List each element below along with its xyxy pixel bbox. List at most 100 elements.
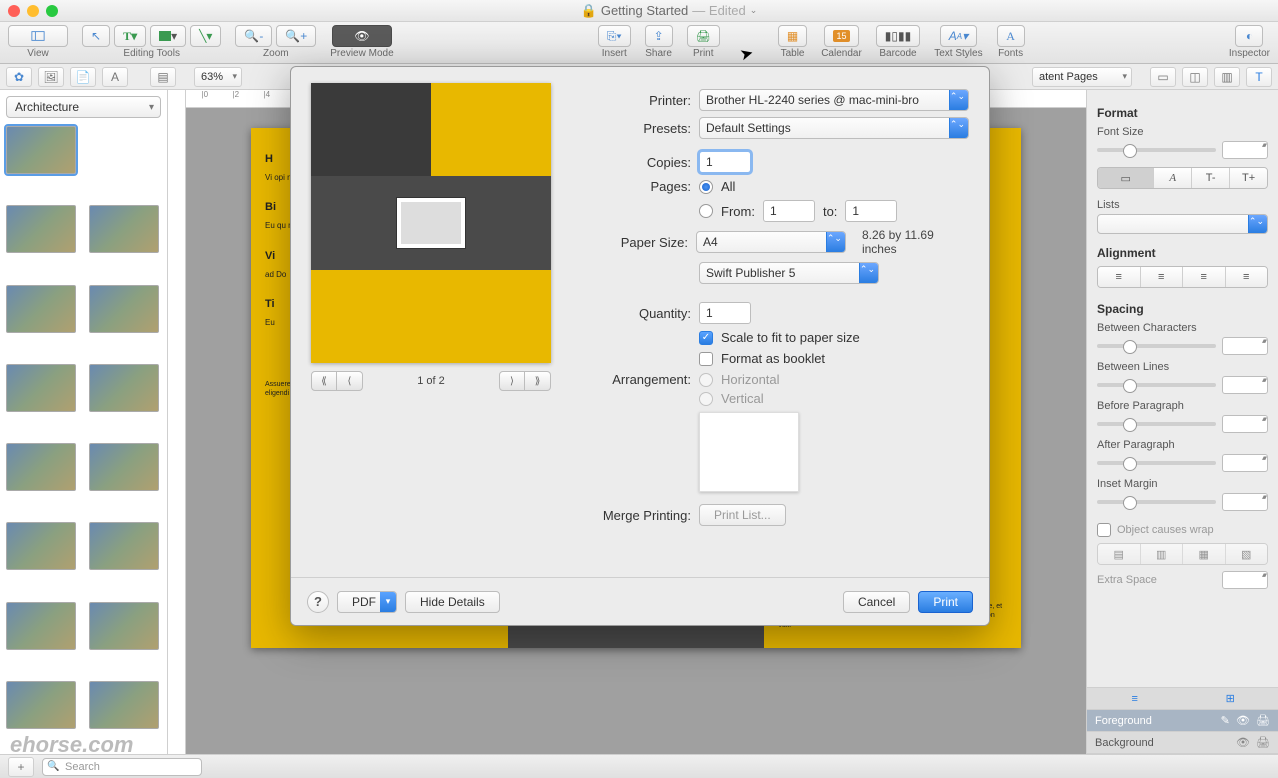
align-left-button[interactable]: ≡	[1098, 267, 1141, 287]
print-confirm-button[interactable]: Print	[918, 591, 973, 613]
share-button[interactable]: ⇪	[645, 25, 673, 47]
before-para-input[interactable]	[1222, 415, 1268, 433]
pages-range-radio[interactable]	[699, 204, 713, 218]
calendar-button[interactable]: 15	[824, 25, 858, 47]
thumbnail-item[interactable]	[6, 522, 76, 570]
category-select[interactable]: Architecture	[6, 96, 161, 118]
prev-page-button[interactable]: ⟨	[337, 371, 363, 391]
background-layer[interactable]: Background👁 🖨	[1087, 732, 1278, 754]
object-wrap-checkbox[interactable]	[1097, 523, 1111, 537]
before-para-slider[interactable]	[1097, 422, 1216, 426]
barcode-button[interactable]: ▮▯▮▮	[876, 25, 920, 47]
insp-appearance-icon[interactable]: ◫	[1182, 67, 1208, 87]
shape-tool-button[interactable]: ▾	[150, 25, 186, 47]
content-pages-select[interactable]: atent Pages	[1032, 67, 1132, 87]
insert-button[interactable]: ⎘▾	[598, 25, 631, 47]
text-tool-button[interactable]: T▾	[114, 25, 146, 47]
align-justify-button[interactable]: ≡	[1226, 267, 1268, 287]
thumbnail-item[interactable]	[89, 443, 159, 491]
pages-view-icon[interactable]: ▤	[150, 67, 176, 87]
maps-tab-icon[interactable]: A	[102, 67, 128, 87]
between-lines-slider[interactable]	[1097, 383, 1216, 387]
increase-size-button[interactable]: T+	[1230, 168, 1267, 188]
thumbnail-item[interactable]	[89, 285, 159, 333]
thumbnail-item[interactable]	[6, 602, 76, 650]
after-para-input[interactable]	[1222, 454, 1268, 472]
preview-mode-button[interactable]: 👁	[332, 25, 392, 47]
thumbnail-item[interactable]	[6, 126, 76, 174]
thumbnail-item[interactable]	[89, 205, 159, 253]
thumbnail-item[interactable]	[89, 364, 159, 412]
pages-from-input[interactable]: 1	[763, 200, 815, 222]
thumbnail-item[interactable]	[6, 681, 76, 729]
between-lines-input[interactable]	[1222, 376, 1268, 394]
inset-margin-input[interactable]	[1222, 493, 1268, 511]
font-size-input[interactable]	[1222, 141, 1268, 159]
print-list-button[interactable]: Print List...	[699, 504, 786, 526]
grid-tab-icon[interactable]: ⊞	[1183, 688, 1278, 709]
extra-space-input[interactable]	[1222, 571, 1268, 589]
decrease-size-button[interactable]: T-	[1192, 168, 1230, 188]
thumbnail-item[interactable]	[89, 602, 159, 650]
copies-input[interactable]: 1	[699, 151, 751, 173]
app-options-select[interactable]: Swift Publisher 5	[699, 262, 879, 284]
inspector-button[interactable]: ◐	[1235, 25, 1263, 47]
last-page-button[interactable]: ⟫	[525, 371, 551, 391]
scale-fit-checkbox[interactable]: ✓	[699, 331, 713, 345]
after-para-slider[interactable]	[1097, 461, 1216, 465]
insp-text-icon[interactable]: T	[1246, 67, 1272, 87]
add-layer-button[interactable]: +	[8, 757, 34, 777]
text-styles-button[interactable]: AA▾	[940, 25, 977, 47]
first-page-button[interactable]: ⟪	[311, 371, 337, 391]
zoom-in-button[interactable]: 🔍+	[276, 25, 316, 47]
cancel-button[interactable]: Cancel	[843, 591, 910, 613]
select-tool-button[interactable]: ↖	[82, 25, 110, 47]
clipart-tab-icon[interactable]: ✿	[6, 67, 32, 87]
booklet-checkbox[interactable]	[699, 352, 713, 366]
insp-geometry-icon[interactable]: ▭	[1150, 67, 1176, 87]
line-tool-button[interactable]: ╲▾	[190, 25, 221, 47]
printer-select[interactable]: Brother HL-2240 series @ mac-mini-bro	[699, 89, 969, 111]
layers-tab-icon[interactable]: ≡	[1087, 688, 1183, 709]
font-size-slider[interactable]	[1097, 148, 1216, 152]
print-button[interactable]: 🖨	[687, 25, 720, 47]
search-input[interactable]: Search	[42, 758, 202, 776]
zoom-window-icon[interactable]	[46, 5, 58, 17]
between-chars-slider[interactable]	[1097, 344, 1216, 348]
pages-all-radio[interactable]	[699, 180, 713, 194]
zoom-select[interactable]: 63%	[194, 67, 242, 87]
pdf-button[interactable]: PDF	[337, 591, 397, 613]
help-button[interactable]: ?	[307, 591, 329, 613]
align-right-button[interactable]: ≡	[1183, 267, 1226, 287]
quantity-input[interactable]: 1	[699, 302, 751, 324]
photos-tab-icon[interactable]: 🖼	[38, 67, 64, 87]
next-page-button[interactable]: ⟩	[499, 371, 525, 391]
foreground-layer[interactable]: Foreground✎ 👁 🖨	[1087, 710, 1278, 732]
title-dropdown-icon[interactable]: ⌄	[750, 5, 758, 16]
align-center-button[interactable]: ≡	[1141, 267, 1184, 287]
inset-margin-slider[interactable]	[1097, 500, 1216, 504]
thumbnail-item[interactable]	[6, 443, 76, 491]
insp-alignment-icon[interactable]: ▥	[1214, 67, 1240, 87]
paper-size-select[interactable]: A4	[696, 231, 846, 253]
outline-style-button[interactable]: ▭	[1098, 168, 1154, 188]
zoom-out-button[interactable]: 🔍-	[235, 25, 272, 47]
thumbnail-item[interactable]	[6, 364, 76, 412]
close-window-icon[interactable]	[8, 5, 20, 17]
thumbnail-item[interactable]	[89, 681, 159, 729]
lists-select[interactable]	[1097, 214, 1268, 234]
wrap-none-icon: ▧	[1226, 544, 1268, 564]
hide-details-button[interactable]: Hide Details	[405, 591, 500, 613]
between-chars-input[interactable]	[1222, 337, 1268, 355]
thumbnail-item[interactable]	[6, 285, 76, 333]
thumbnail-item[interactable]	[6, 205, 76, 253]
view-button[interactable]	[8, 25, 68, 47]
table-button[interactable]: ▦	[778, 25, 807, 47]
files-tab-icon[interactable]: 📄	[70, 67, 96, 87]
presets-select[interactable]: Default Settings	[699, 117, 969, 139]
minimize-window-icon[interactable]	[27, 5, 39, 17]
thumbnail-item[interactable]	[89, 522, 159, 570]
italic-style-button[interactable]: A	[1154, 168, 1192, 188]
fonts-button[interactable]: A	[997, 25, 1025, 47]
pages-to-input[interactable]: 1	[845, 200, 897, 222]
